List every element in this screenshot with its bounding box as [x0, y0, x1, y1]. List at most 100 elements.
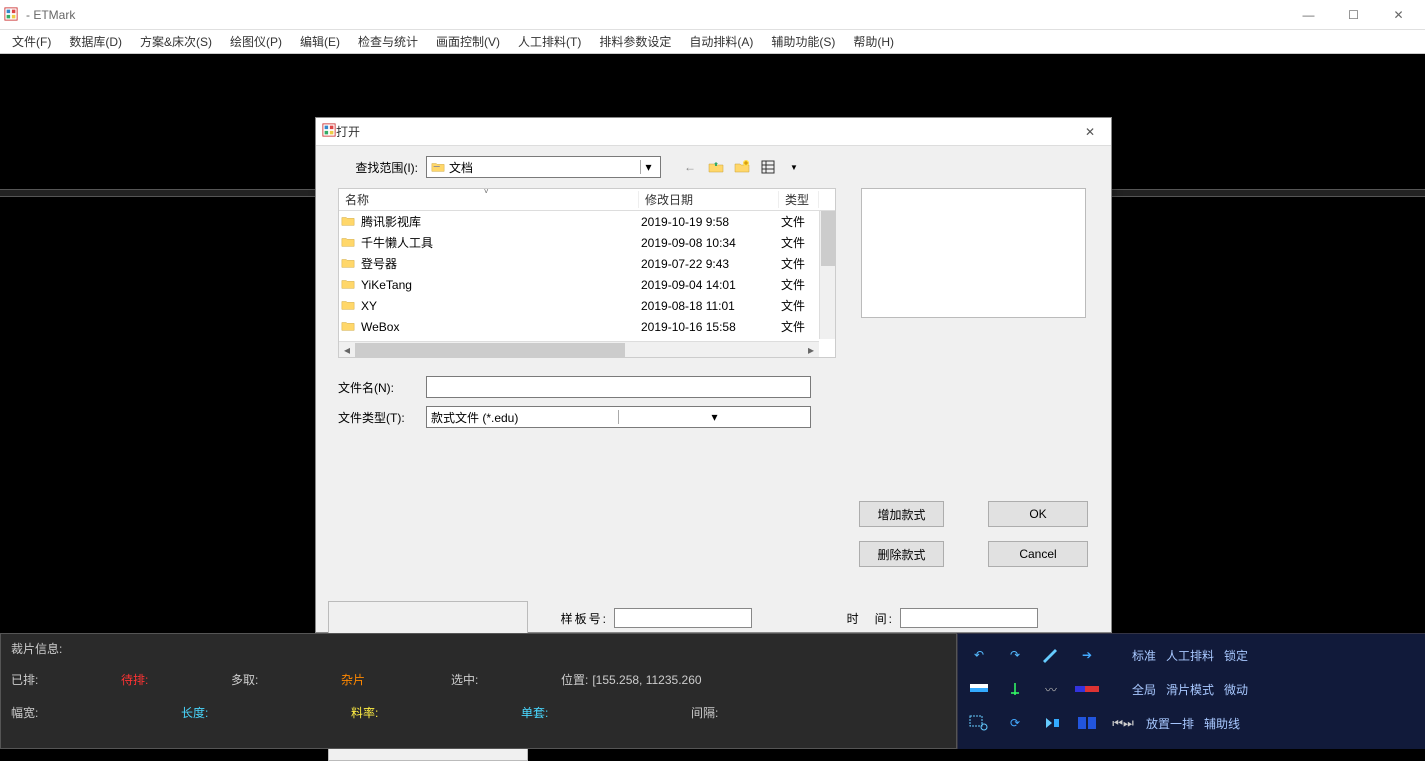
arrow-right-icon[interactable]: ➔: [1074, 644, 1100, 666]
step-icon[interactable]: ⏮⏭: [1110, 712, 1136, 734]
fine-move-button[interactable]: 微动: [1224, 681, 1248, 698]
undo-icon[interactable]: ↶: [966, 644, 992, 666]
tool-panel: ↶ ↷ ➔ 标准 人工排料 锁定 〰 全局 滑片模式 微动 ⟳ ⏮⏭ 放置一排: [957, 633, 1425, 749]
filename-row: 文件名(N):: [338, 376, 1099, 398]
vertical-scrollbar[interactable]: [819, 211, 835, 339]
menu-file[interactable]: 文件(F): [4, 30, 59, 53]
menu-database[interactable]: 数据库(D): [61, 30, 130, 53]
changdu-label: 长度:: [181, 704, 208, 721]
maximize-button[interactable]: ☐: [1331, 1, 1376, 29]
time-input[interactable]: [900, 608, 1038, 628]
menu-check[interactable]: 检查与统计: [350, 30, 426, 53]
filetype-label: 文件类型(T):: [338, 409, 426, 426]
zoom-select-icon[interactable]: [966, 712, 992, 734]
scrollbar-thumb[interactable]: [355, 343, 625, 357]
refresh-icon[interactable]: ⟳: [1002, 712, 1028, 734]
folder-icon: [341, 214, 357, 230]
place-row-button[interactable]: 放置一排: [1146, 715, 1194, 732]
menu-edit[interactable]: 编辑(E): [292, 30, 348, 53]
menu-scheme[interactable]: 方案&床次(S): [132, 30, 220, 53]
add-style-button[interactable]: 增加款式: [859, 501, 944, 527]
app-icon: [4, 7, 20, 23]
menu-help[interactable]: 帮助(H): [845, 30, 902, 53]
menubar: 文件(F) 数据库(D) 方案&床次(S) 绘图仪(P) 编辑(E) 检查与统计…: [0, 30, 1425, 54]
cancel-button[interactable]: Cancel: [988, 541, 1088, 567]
filename-label: 文件名(N):: [338, 379, 426, 396]
brush-icon[interactable]: [1038, 644, 1064, 666]
menu-manual[interactable]: 人工排料(T): [510, 30, 589, 53]
list-item[interactable]: 千牛懒人工具2019-09-08 10:34文件: [339, 232, 835, 253]
sample-input[interactable]: [614, 608, 752, 628]
delete-style-button[interactable]: 删除款式: [859, 541, 944, 567]
filetype-select[interactable]: 款式文件 (*.edu) ▾: [426, 406, 811, 428]
manual-nest-button[interactable]: 人工排料: [1166, 647, 1214, 664]
lock-button[interactable]: 锁定: [1224, 647, 1248, 664]
main-window: - ETMark — ☐ ✕ 文件(F) 数据库(D) 方案&床次(S) 绘图仪…: [0, 0, 1425, 749]
list-item[interactable]: XY2019-08-18 11:01文件: [339, 295, 835, 316]
folder-icon: [341, 256, 357, 272]
menu-params[interactable]: 排料参数设定: [591, 30, 679, 53]
open-dialog: 打开 ✕ 查找范围(I): 文档 ▾ ← ▼: [315, 117, 1112, 633]
back-icon[interactable]: ←: [681, 158, 699, 176]
daipai-label: 待排:: [121, 671, 148, 688]
confirm-buttons: OK Cancel: [988, 501, 1088, 567]
window-controls: — ☐ ✕: [1286, 1, 1421, 29]
zapian-label: 杂片: [341, 671, 365, 688]
dialog-close-button[interactable]: ✕: [1075, 120, 1105, 144]
position-label: 位置:: [561, 671, 588, 688]
list-item[interactable]: 腾讯影视库2019-10-19 9:58文件: [339, 211, 835, 232]
folder-icon: [341, 298, 357, 314]
filetype-value: 款式文件 (*.edu): [427, 409, 618, 426]
sort-indicator-icon: ˅: [484, 187, 489, 196]
flatbed-icon[interactable]: [966, 678, 992, 700]
chevron-down-icon[interactable]: ▾: [618, 410, 810, 424]
layout-icon[interactable]: [1074, 712, 1100, 734]
file-rows: 腾讯影视库2019-10-19 9:58文件 千牛懒人工具2019-09-08 …: [339, 211, 835, 339]
status-title: 裁片信息:: [11, 640, 946, 657]
column-date[interactable]: 修改日期: [639, 191, 779, 208]
redo-icon[interactable]: ↷: [1002, 644, 1028, 666]
view-dropdown-icon[interactable]: ▼: [785, 158, 803, 176]
jiange-label: 间隔:: [691, 704, 718, 721]
view-mode-icon[interactable]: [759, 158, 777, 176]
wave-icon[interactable]: 〰: [1038, 678, 1064, 700]
fukuan-label: 幅宽:: [11, 704, 38, 721]
dialog-body: 查找范围(I): 文档 ▾ ← ▼: [316, 146, 1111, 438]
prev-piece-icon[interactable]: [1038, 712, 1064, 734]
scroll-left-icon[interactable]: ◂: [339, 342, 355, 358]
menu-auto[interactable]: 自动排料(A): [681, 30, 761, 53]
folder-dropdown-icon[interactable]: ▾: [640, 160, 656, 174]
scale-icon[interactable]: [1002, 678, 1028, 700]
menu-plotter[interactable]: 绘图仪(P): [222, 30, 290, 53]
list-item[interactable]: YiKeTang2019-09-04 14:01文件: [339, 274, 835, 295]
duoqu-label: 多取:: [231, 671, 258, 688]
folder-icon: [341, 277, 357, 293]
tool-row-3: ⟳ ⏮⏭ 放置一排 辅助线: [966, 706, 1417, 740]
guide-line-button[interactable]: 辅助线: [1204, 715, 1240, 732]
column-type[interactable]: 类型: [779, 191, 819, 208]
bar-icon[interactable]: [1074, 678, 1100, 700]
standard-button[interactable]: 标准: [1132, 647, 1156, 664]
filename-input[interactable]: [426, 376, 811, 398]
dialog-titlebar[interactable]: 打开 ✕: [316, 118, 1111, 146]
scroll-right-icon[interactable]: ▸: [803, 342, 819, 358]
folder-icon: [431, 160, 445, 174]
menu-aux[interactable]: 辅助功能(S): [763, 30, 843, 53]
folder-select[interactable]: 文档 ▾: [426, 156, 661, 178]
menu-view[interactable]: 画面控制(V): [428, 30, 508, 53]
slide-mode-button[interactable]: 滑片模式: [1166, 681, 1214, 698]
ok-button[interactable]: OK: [988, 501, 1088, 527]
column-name[interactable]: 名称˅: [339, 191, 639, 208]
global-button[interactable]: 全局: [1132, 681, 1156, 698]
list-item[interactable]: 登号器2019-07-22 9:43文件: [339, 253, 835, 274]
scrollbar-thumb[interactable]: [821, 211, 835, 266]
tool-row-1: ↶ ↷ ➔ 标准 人工排料 锁定: [966, 638, 1417, 672]
list-item[interactable]: WeBox2019-10-16 15:58文件: [339, 316, 835, 337]
xuanzhong-label: 选中:: [451, 671, 478, 688]
horizontal-scrollbar[interactable]: ◂ ▸: [339, 341, 819, 357]
liaolv-label: 料率:: [351, 704, 378, 721]
new-folder-icon[interactable]: [733, 158, 751, 176]
close-button[interactable]: ✕: [1376, 1, 1421, 29]
minimize-button[interactable]: —: [1286, 1, 1331, 29]
up-folder-icon[interactable]: [707, 158, 725, 176]
